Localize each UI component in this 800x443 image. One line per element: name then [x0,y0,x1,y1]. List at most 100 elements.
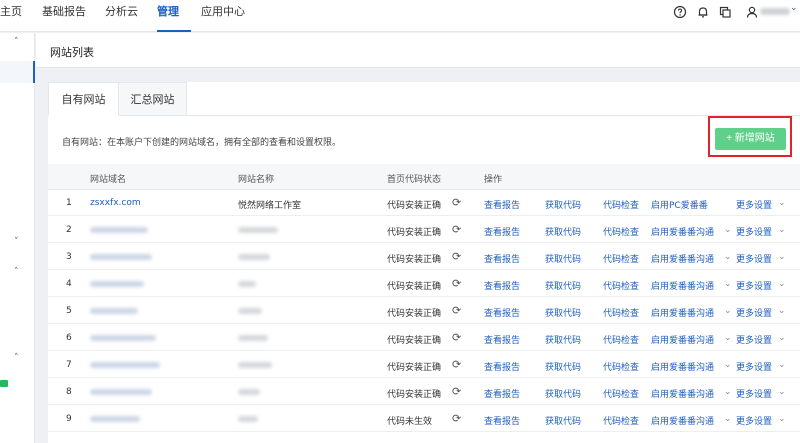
chevron-up-icon[interactable]: ˄ [14,37,19,47]
site-domain-link[interactable]: zsxxfx.com [90,198,141,208]
chevron-down-icon[interactable]: ⌄ [724,360,732,370]
tab-own-sites[interactable]: 自有网站 [48,82,119,116]
get-code-link[interactable]: 获取代码 [545,279,581,292]
more-settings-link[interactable]: 更多设置 [736,360,772,373]
view-report-link[interactable]: 查看报告 [484,333,520,346]
get-code-link[interactable]: 获取代码 [545,414,581,427]
enable-app-link[interactable]: 启用爱番番沟通 [651,333,714,346]
refresh-icon[interactable]: ⟳ [452,223,461,236]
enable-app-link[interactable]: 启用爱番番沟通 [651,360,714,373]
code-check-link[interactable]: 代码检查 [603,306,639,319]
chevron-down-icon[interactable]: ⌄ [778,360,786,370]
nav-tab-manage[interactable]: 管理 [157,0,191,32]
more-settings-link[interactable]: 更多设置 [736,333,772,346]
table-row: 6 代码安装正确 ⟳ 查看报告 获取代码 代码检查 启用爱番番沟通 ⌄ 更多设置 ⌄ [48,325,800,351]
more-settings-link[interactable]: 更多设置 [736,225,772,238]
enable-app-link[interactable]: 启用爱番番沟通 [651,252,714,265]
chevron-down-icon[interactable]: ⌄ [778,198,786,208]
chevron-down-icon[interactable]: ⌄ [724,306,732,316]
chevron-down-icon[interactable]: ⌄ [778,387,786,397]
enable-app-link[interactable]: 启用爱番番沟通 [651,306,714,319]
chevron-up-icon[interactable]: ˄ [14,267,19,277]
get-code-link[interactable]: 获取代码 [545,387,581,400]
chevron-down-icon[interactable]: ⌄ [778,306,786,316]
user-icon[interactable] [745,5,759,19]
get-code-link[interactable]: 获取代码 [545,252,581,265]
get-code-link[interactable]: 获取代码 [545,333,581,346]
code-check-link[interactable]: 代码检查 [603,198,639,211]
refresh-icon[interactable]: ⟳ [452,358,461,371]
code-check-link[interactable]: 代码检查 [603,414,639,427]
chevron-down-icon[interactable]: ⌄ [778,225,786,235]
code-check-link[interactable]: 代码检查 [603,387,639,400]
tab-summary-sites[interactable]: 汇总网站 [119,82,187,116]
get-code-link[interactable]: 获取代码 [545,225,581,238]
chevron-down-icon[interactable]: ⌄ [724,333,732,343]
get-code-link[interactable]: 获取代码 [545,198,581,211]
enable-app-link[interactable]: 启用爱番番沟通 [651,279,714,292]
refresh-icon[interactable]: ⟳ [452,250,461,263]
chevron-up-icon[interactable]: ˄ [14,353,19,363]
code-status: 代码安装正确 [387,390,442,400]
more-settings-link[interactable]: 更多设置 [736,414,772,427]
redacted-name [238,308,262,314]
refresh-icon[interactable]: ⟳ [452,385,461,398]
table-row: 3 代码安装正确 ⟳ 查看报告 获取代码 代码检查 启用爱番番沟通 ⌄ 更多设置 ⌄ [48,244,800,270]
enable-app-link[interactable]: 启用爱番番沟通 [651,387,714,400]
code-check-link[interactable]: 代码检查 [603,360,639,373]
chevron-down-icon[interactable]: ˅ [14,237,19,247]
enable-app-link[interactable]: 启用PC爱番番 [651,198,708,211]
nav-tab-app-center[interactable]: 应用中心 [201,0,245,32]
view-report-link[interactable]: 查看报告 [484,252,520,265]
enable-app-link[interactable]: 启用爱番番沟通 [651,414,714,427]
row-index: 4 [66,279,72,289]
bell-icon[interactable] [696,5,710,19]
more-settings-link[interactable]: 更多设置 [736,198,772,211]
tab-description: 自有网站：在本账户下创建的网站域名，拥有全部的查看和设置权限。 [62,138,342,148]
chevron-down-icon[interactable]: ⌄ [778,333,786,343]
redacted-name [238,281,256,287]
enable-app-link[interactable]: 启用爱番番沟通 [651,225,714,238]
code-status: 代码安装正确 [387,255,442,265]
view-report-link[interactable]: 查看报告 [484,360,520,373]
nav-tab-home[interactable]: 主页 [0,0,22,32]
refresh-icon[interactable]: ⟳ [452,196,461,209]
refresh-icon[interactable]: ⟳ [452,304,461,317]
code-check-link[interactable]: 代码检查 [603,333,639,346]
copy-icon[interactable] [718,5,732,19]
more-settings-link[interactable]: 更多设置 [736,306,772,319]
chevron-down-icon[interactable]: ⌄ [724,387,732,397]
nav-tab-analytics-cloud[interactable]: 分析云 [105,0,138,32]
code-check-link[interactable]: 代码检查 [603,252,639,265]
refresh-icon[interactable]: ⟳ [452,277,461,290]
view-report-link[interactable]: 查看报告 [484,414,520,427]
view-report-link[interactable]: 查看报告 [484,306,520,319]
nav-tab-basic-report[interactable]: 基础报告 [42,0,86,32]
view-report-link[interactable]: 查看报告 [484,279,520,292]
row-index: 8 [66,387,72,397]
add-site-button[interactable]: + 新增网站 [715,128,786,150]
chevron-down-icon[interactable]: ⌄ [778,252,786,262]
chevron-down-icon[interactable]: ⌄ [724,225,732,235]
chevron-down-icon[interactable]: ⌄ [724,414,732,424]
chevron-down-icon[interactable]: ⌄ [778,414,786,424]
more-settings-link[interactable]: 更多设置 [736,279,772,292]
more-settings-link[interactable]: 更多设置 [736,252,772,265]
help-icon[interactable] [673,5,687,19]
get-code-link[interactable]: 获取代码 [545,360,581,373]
chevron-down-icon[interactable]: ⌄ [724,279,732,289]
row-index: 2 [66,225,72,235]
view-report-link[interactable]: 查看报告 [484,387,520,400]
get-code-link[interactable]: 获取代码 [545,306,581,319]
refresh-icon[interactable]: ⟳ [452,331,461,344]
refresh-icon[interactable]: ⟳ [452,412,461,425]
code-check-link[interactable]: 代码检查 [603,225,639,238]
more-settings-link[interactable]: 更多设置 [736,387,772,400]
sidebar-selected-item[interactable] [0,61,35,83]
view-report-link[interactable]: 查看报告 [484,225,520,238]
chevron-down-icon[interactable]: ⌄ [778,279,786,289]
chevron-down-icon[interactable]: ⌄ [724,252,732,262]
view-report-link[interactable]: 查看报告 [484,198,520,211]
chevron-down-icon[interactable]: ⌄ [790,3,798,13]
code-check-link[interactable]: 代码检查 [603,279,639,292]
